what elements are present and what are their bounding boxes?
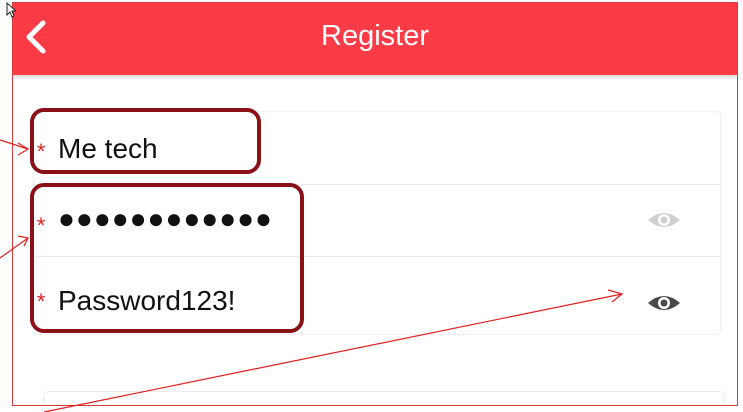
confirm-password-row: * Password123! <box>34 257 720 329</box>
required-marker: * <box>36 139 46 164</box>
register-screen: Register * Me tech * ●●●●●●●●●●●● * Pass… <box>12 2 738 406</box>
username-input[interactable]: Me tech <box>58 133 158 165</box>
username-row: * Me tech <box>34 112 720 185</box>
password-row: * ●●●●●●●●●●●● <box>34 184 720 257</box>
page-title: Register <box>321 20 429 52</box>
required-marker: * <box>36 289 46 314</box>
confirm-password-input[interactable]: Password123! <box>58 285 235 317</box>
eye-icon[interactable] <box>646 208 682 232</box>
eye-icon[interactable] <box>646 291 682 315</box>
required-marker: * <box>36 213 46 238</box>
registration-form: * Me tech * ●●●●●●●●●●●● * Password123! <box>33 111 721 335</box>
app-header: Register <box>13 3 737 75</box>
next-section <box>43 391 725 405</box>
password-input[interactable]: ●●●●●●●●●●●● <box>58 203 273 235</box>
